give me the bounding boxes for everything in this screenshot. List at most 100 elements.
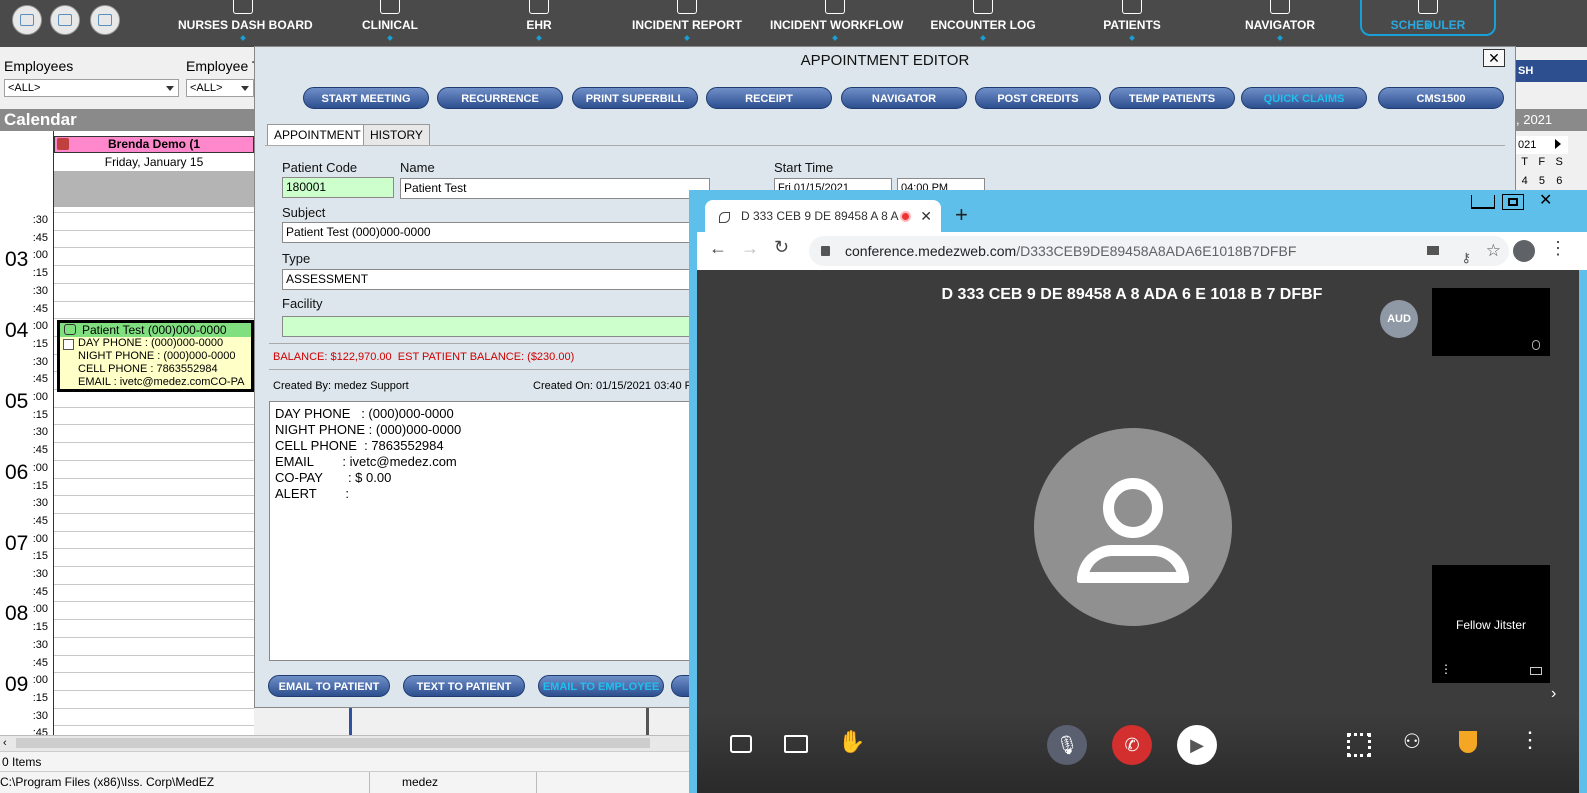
security-shield-icon[interactable] bbox=[1459, 731, 1477, 753]
time-slot[interactable] bbox=[54, 212, 254, 230]
time-slot[interactable] bbox=[54, 548, 254, 566]
time-slot[interactable] bbox=[54, 654, 254, 673]
name-field[interactable]: Patient Test bbox=[400, 178, 710, 199]
cms1500-button[interactable]: CMS1500 bbox=[1378, 87, 1504, 109]
close-button[interactable]: ✕ bbox=[1483, 49, 1505, 67]
address-bar[interactable]: conference.medezweb.com/D333CEB9DE89458A… bbox=[809, 236, 1509, 266]
time-slot[interactable] bbox=[54, 229, 254, 248]
recurrence-button[interactable]: RECURRENCE bbox=[437, 87, 563, 109]
tab-history[interactable]: HISTORY bbox=[363, 124, 430, 146]
column-divider bbox=[646, 705, 649, 735]
patient-code-field[interactable]: 180001 bbox=[282, 177, 394, 198]
raise-hand-icon[interactable]: ✋ bbox=[838, 729, 865, 755]
time-slot[interactable] bbox=[54, 707, 254, 726]
horizontal-scrollbar[interactable]: ‹ bbox=[0, 735, 689, 751]
time-slot[interactable] bbox=[54, 495, 254, 513]
time-slot[interactable] bbox=[54, 512, 254, 531]
tile-view-icon[interactable] bbox=[1347, 733, 1371, 757]
open-folder-icon[interactable] bbox=[12, 5, 42, 35]
nav-patients[interactable]: PATIENTS bbox=[1100, 0, 1164, 47]
more-options-icon[interactable]: ⋮ bbox=[1519, 727, 1541, 753]
nav-navigator[interactable]: NAVIGATOR bbox=[1242, 0, 1318, 47]
time-slot[interactable] bbox=[54, 424, 254, 443]
nav-incident-report[interactable]: INCIDENT REPORT bbox=[632, 0, 742, 47]
time-slot[interactable] bbox=[54, 601, 254, 620]
time-slot[interactable] bbox=[54, 300, 254, 319]
screen-share-icon[interactable] bbox=[784, 735, 808, 753]
time-slot[interactable] bbox=[54, 619, 254, 637]
key-icon[interactable]: ⚷ bbox=[1461, 243, 1471, 273]
appointment-block[interactable]: Patient Test (000)000-0000 DAY PHONE : (… bbox=[57, 320, 254, 392]
temp-patients-button[interactable]: TEMP PATIENTS bbox=[1109, 87, 1235, 109]
bookmark-star-icon[interactable]: ☆ bbox=[1486, 236, 1501, 266]
time-slot[interactable] bbox=[54, 583, 254, 602]
profile-icon[interactable] bbox=[1513, 240, 1535, 262]
email-to-employee-button[interactable]: EMAIL TO EMPLOYEE bbox=[538, 675, 664, 697]
print-icon[interactable] bbox=[90, 5, 120, 35]
time-slot[interactable] bbox=[54, 566, 254, 584]
time-slot[interactable] bbox=[54, 282, 254, 301]
invite-people-icon[interactable]: ⚇ bbox=[1403, 729, 1421, 754]
nav-scheduler[interactable]: SCHEDULER bbox=[1360, 0, 1496, 36]
microphone-toggle-icon[interactable]: 🎙 bbox=[1047, 725, 1087, 765]
minimize-icon[interactable] bbox=[1471, 195, 1495, 209]
time-slot[interactable] bbox=[54, 477, 254, 496]
text-to-patient-button[interactable]: TEXT TO PATIENT bbox=[403, 675, 525, 697]
post-credits-button[interactable]: POST CREDITS bbox=[975, 87, 1101, 109]
tab-appointment[interactable]: APPOINTMENT bbox=[267, 124, 368, 146]
time-slot[interactable] bbox=[54, 689, 254, 708]
local-video-thumbnail[interactable] bbox=[1432, 288, 1550, 356]
scroll-left-icon[interactable]: ‹ bbox=[3, 737, 7, 749]
maximize-icon[interactable] bbox=[1502, 194, 1524, 210]
chat-icon[interactable] bbox=[730, 735, 752, 753]
browser-menu-icon[interactable]: ⋮ bbox=[1549, 238, 1567, 259]
forward-icon[interactable]: → bbox=[741, 238, 759, 259]
time-slot[interactable] bbox=[54, 636, 254, 655]
current-user: medez bbox=[402, 775, 439, 789]
remote-video-thumbnail[interactable]: Fellow Jitster ⋮ bbox=[1432, 565, 1550, 683]
camera-toggle-icon[interactable]: ▶ bbox=[1177, 725, 1217, 765]
nav-ehr[interactable]: EHR bbox=[514, 0, 564, 47]
hangup-icon[interactable]: ✆ bbox=[1112, 725, 1152, 765]
nav-incident-workflow[interactable]: INCIDENT WORKFLOW bbox=[770, 0, 903, 47]
time-slot[interactable] bbox=[54, 247, 254, 266]
time-slot[interactable] bbox=[54, 265, 254, 283]
type-label: Type bbox=[282, 251, 311, 266]
quick-claims-button[interactable]: QUICK CLAIMS bbox=[1241, 87, 1367, 109]
add-record-icon[interactable] bbox=[50, 5, 80, 35]
new-tab-icon[interactable]: + bbox=[955, 202, 968, 228]
next-month-icon[interactable] bbox=[1555, 139, 1566, 149]
appointment-notes[interactable]: DAY PHONE : (000)000-0000 NIGHT PHONE : … bbox=[269, 401, 709, 661]
minute-label: :30 bbox=[32, 426, 48, 439]
nav-nurses-dashboard[interactable]: NURSES DASH BOARD bbox=[178, 0, 313, 47]
start-meeting-button[interactable]: START MEETING bbox=[303, 87, 429, 109]
type-select[interactable]: ASSESSMENT bbox=[282, 269, 692, 290]
time-slot[interactable] bbox=[54, 530, 254, 549]
scrollbar-thumb[interactable] bbox=[16, 738, 650, 748]
employee-type-select[interactable]: <ALL> bbox=[186, 79, 254, 97]
tab-close-icon[interactable]: ✕ bbox=[920, 200, 932, 232]
expand-filmstrip-icon[interactable]: › bbox=[1551, 685, 1556, 703]
reload-icon[interactable]: ↻ bbox=[774, 237, 789, 258]
refresh-button-fragment[interactable]: SH bbox=[1516, 60, 1587, 82]
print-superbill-button[interactable]: PRINT SUPERBILL bbox=[572, 87, 698, 109]
time-slot[interactable] bbox=[54, 672, 254, 690]
facility-field[interactable] bbox=[282, 316, 692, 337]
time-slot[interactable] bbox=[54, 459, 254, 478]
provider-header[interactable]: Brenda Demo (1 bbox=[54, 136, 254, 153]
time-slot[interactable] bbox=[54, 442, 254, 460]
back-icon[interactable]: ← bbox=[709, 238, 727, 259]
camera-indicator-icon[interactable] bbox=[1427, 246, 1439, 255]
appointment-line: DAY PHONE : (000)000-0000 bbox=[78, 337, 224, 349]
navigator-button[interactable]: NAVIGATOR bbox=[841, 87, 967, 109]
receipt-button[interactable]: RECEIPT bbox=[706, 87, 832, 109]
window-close-icon[interactable]: ✕ bbox=[1539, 190, 1552, 210]
nav-encounter-log[interactable]: ENCOUNTER LOG bbox=[930, 0, 1036, 47]
subject-field[interactable]: Patient Test (000)000-0000 bbox=[282, 222, 692, 243]
time-slot[interactable] bbox=[54, 406, 254, 425]
thumbnail-menu-icon[interactable]: ⋮ bbox=[1440, 663, 1452, 675]
minute-label: :45 bbox=[32, 231, 48, 244]
employees-select[interactable]: <ALL> bbox=[4, 79, 179, 97]
email-to-patient-button[interactable]: EMAIL TO PATIENT bbox=[268, 675, 390, 697]
nav-clinical[interactable]: CLINICAL bbox=[355, 0, 425, 47]
